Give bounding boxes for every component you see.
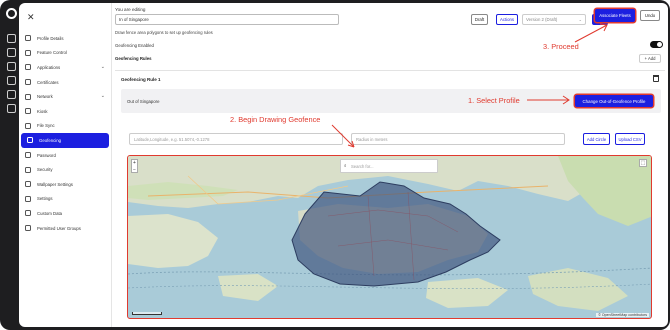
associate-fleets-button[interactable]: Associate Fleets — [595, 9, 635, 22]
sliders-icon — [25, 49, 31, 56]
certificate-icon — [25, 79, 31, 86]
sidebar: Profile Details Feature Control Applicatio… — [19, 31, 111, 235]
data-icon — [25, 210, 31, 217]
sidebar-item-label: Security — [37, 167, 53, 173]
sidebar-item-label: Network — [37, 94, 53, 100]
land-island — [426, 278, 508, 308]
geofence-polygon[interactable] — [291, 181, 501, 287]
geofencing-enabled-label: Geofencing Enabled — [115, 43, 154, 48]
sidebar-item-label: Applications — [37, 64, 61, 70]
sidebar-item-label: Custom Data — [37, 210, 63, 216]
profile-name-input[interactable] — [115, 14, 339, 25]
upload-csv-button[interactable]: Upload CSV — [615, 133, 645, 145]
network-icon — [25, 93, 31, 100]
zoom-control[interactable]: + − — [131, 159, 138, 173]
draft-badge: Draft — [471, 14, 488, 25]
annotation-arrow — [527, 95, 570, 105]
rail-icon[interactable] — [7, 90, 16, 99]
rule-title: Geofencing Rule 1 — [121, 77, 161, 82]
sidebar-item-label: Profile Details — [37, 35, 64, 41]
sidebar-divider — [111, 3, 112, 327]
sidebar-item-label: Password — [37, 152, 56, 158]
close-icon[interactable]: ✕ — [27, 12, 35, 23]
sidebar-item-label: Certificates — [37, 79, 59, 85]
gear-icon — [25, 195, 31, 202]
sync-icon — [25, 122, 31, 129]
version-label: Version 2 (Draft) — [526, 17, 558, 22]
image-icon — [25, 181, 31, 188]
search-icon: ⌕ — [344, 163, 347, 168]
draw-tool-icon[interactable]: ⬚ — [639, 159, 647, 167]
change-profile-button[interactable]: Change Out-of-Geofence Profile — [575, 95, 653, 107]
zoom-in-button[interactable]: + — [133, 160, 136, 166]
land-island — [218, 274, 278, 301]
sidebar-item-label: Permitted User Groups — [37, 225, 81, 231]
sidebar-item-certificates[interactable]: Certificates — [19, 75, 111, 90]
sidebar-item-password[interactable]: Password — [19, 148, 111, 163]
sidebar-item-label: Feature Control — [37, 50, 67, 56]
map-canvas[interactable] — [128, 156, 652, 319]
sidebar-item-geofencing[interactable]: Geofencing — [21, 133, 109, 148]
undo-button[interactable]: Undo — [640, 10, 660, 21]
map-search-input[interactable]: ⌕ Search for... — [340, 159, 438, 173]
sidebar-item-label: File Sync — [37, 123, 55, 129]
annotation-step1: 1. Select Profile — [468, 96, 520, 105]
radius-input[interactable]: Radius in meters — [351, 133, 565, 145]
sidebar-item-permitted-user-groups[interactable]: Permitted User Groups — [19, 221, 111, 236]
geofencing-rules-label: Geofencing Rules — [115, 56, 152, 61]
rail-icon[interactable] — [7, 76, 16, 85]
actions-button[interactable]: Actions — [496, 14, 518, 25]
sidebar-item-wallpaper-settings[interactable]: Wallpaper Settings — [19, 177, 111, 192]
chevron-down-icon[interactable]: ⌄ — [101, 93, 105, 99]
editing-label: You are editing — [115, 7, 146, 12]
zoom-out-button[interactable]: − — [133, 167, 136, 173]
land-west — [128, 214, 218, 268]
kiosk-icon — [25, 108, 31, 115]
sidebar-item-label: Kiosk — [37, 108, 48, 114]
sidebar-item-custom-data[interactable]: Custom Data — [19, 206, 111, 221]
sidebar-item-applications[interactable]: Applications ⌄ — [19, 60, 111, 75]
map-attribution: © OpenStreetMap contributors — [596, 313, 649, 317]
help-text: Draw fence area polygons to set up geofe… — [115, 30, 213, 35]
sidebar-item-label: Settings — [37, 196, 53, 202]
sidebar-item-label: Geofencing — [39, 137, 61, 143]
rail-icon[interactable] — [7, 48, 16, 57]
profile-row: Out of Singapore Change Out-of-Geofence … — [121, 89, 661, 113]
geofence-map[interactable]: + − ⌕ Search for... ⬚ © OpenStreetMap co… — [127, 155, 652, 319]
chevron-down-icon[interactable]: ⌄ — [101, 64, 105, 70]
add-circle-button[interactable]: Add Circle — [583, 133, 610, 145]
sidebar-item-file-sync[interactable]: File Sync — [19, 119, 111, 134]
rail-icon[interactable] — [7, 62, 16, 71]
sidebar-item-network[interactable]: Network ⌄ — [19, 89, 111, 104]
map-search-placeholder: Search for... — [351, 164, 374, 169]
key-icon — [25, 152, 31, 159]
rail-icon[interactable] — [7, 34, 16, 43]
window-frame: ✕ Profile Details Feature Control Applicat… — [0, 0, 670, 330]
sidebar-item-feature-control[interactable]: Feature Control — [19, 46, 111, 61]
map-scale — [132, 312, 162, 315]
sidebar-item-security[interactable]: Security — [19, 162, 111, 177]
add-rule-button[interactable]: + Add — [639, 54, 661, 63]
rail-icon[interactable] — [7, 104, 16, 113]
profile-label: Out of Singapore — [127, 99, 160, 104]
sidebar-item-settings[interactable]: Settings — [19, 192, 111, 207]
coordinates-input[interactable]: Latitude,Longitude, e.g. 51.5074,-0.1278 — [129, 133, 343, 145]
users-icon — [25, 225, 31, 232]
sidebar-item-kiosk[interactable]: Kiosk — [19, 104, 111, 119]
annotation-arrow — [331, 124, 355, 148]
document-icon — [25, 35, 31, 42]
land-island — [528, 268, 628, 311]
annotation-step2: 2. Begin Drawing Geofence — [230, 115, 321, 124]
geofencing-toggle[interactable] — [650, 41, 663, 48]
sidebar-item-profile-details[interactable]: Profile Details — [19, 31, 111, 46]
annotation-arrow — [574, 23, 608, 43]
shield-icon — [25, 166, 31, 173]
sidebar-item-label: Wallpaper Settings — [37, 181, 73, 187]
trash-icon[interactable] — [653, 75, 659, 82]
apps-icon — [25, 64, 31, 71]
geofence-icon — [27, 137, 33, 144]
logo-icon — [6, 8, 17, 19]
app-rail — [2, 6, 20, 324]
